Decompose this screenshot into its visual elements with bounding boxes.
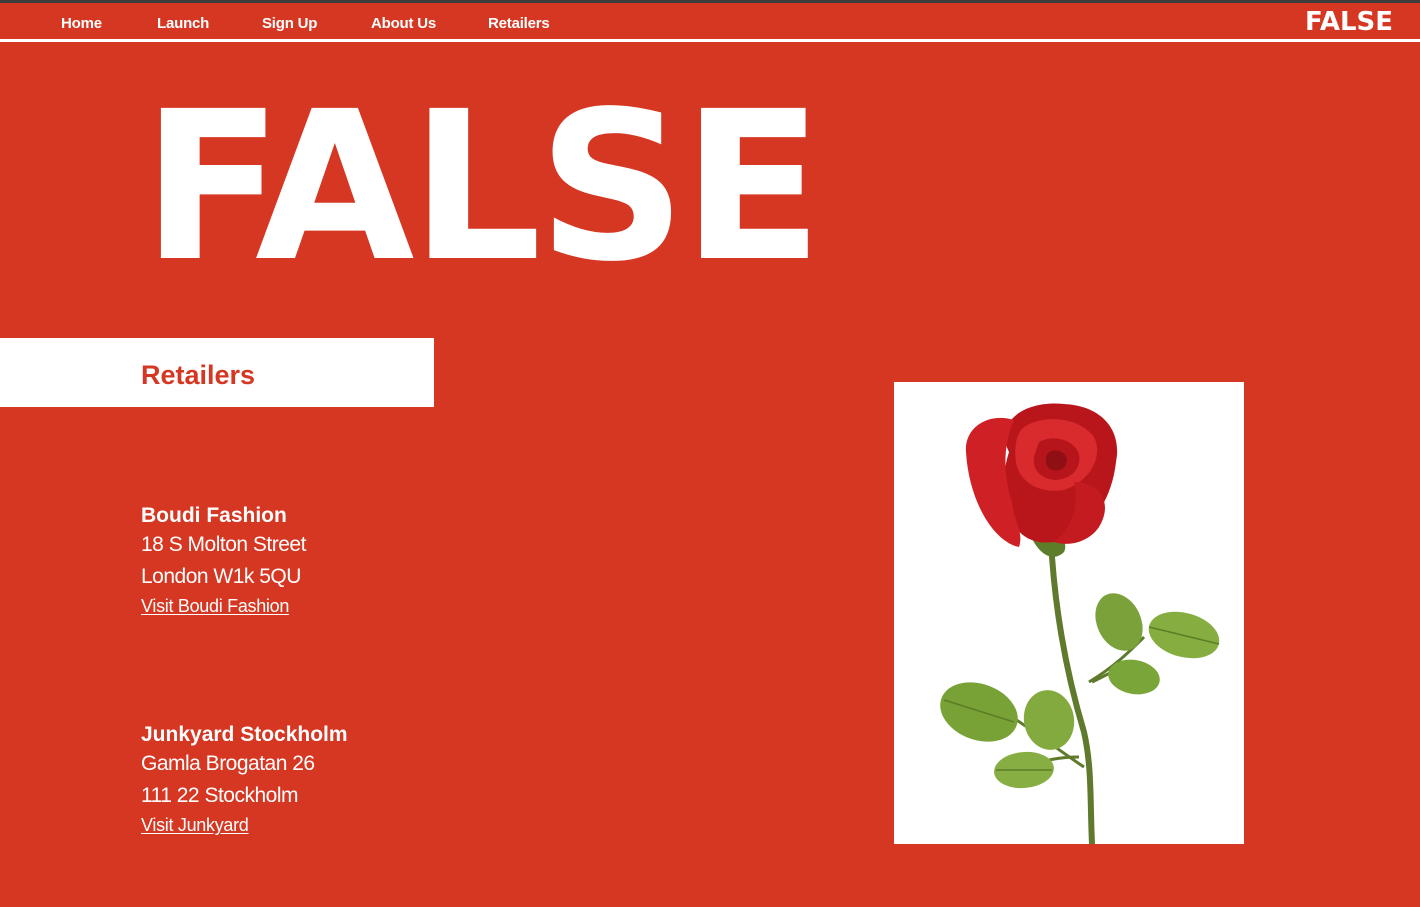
retailer-address-line: 18 S Molton Street — [141, 533, 306, 556]
retailer-address-line: Gamla Brogatan 26 — [141, 752, 315, 775]
rose-image — [894, 382, 1244, 844]
hero-title: FALSE — [142, 67, 823, 307]
retailer-name: Boudi Fashion — [141, 504, 287, 527]
nav-divider — [0, 39, 1420, 42]
nav-link-home[interactable]: Home — [61, 15, 102, 32]
nav-link-about-us[interactable]: About Us — [371, 15, 436, 32]
rose-illustration — [940, 403, 1220, 844]
nav-link-sign-up[interactable]: Sign Up — [262, 15, 317, 32]
retailer-visit-link[interactable]: Visit Junkyard — [141, 815, 249, 836]
top-navigation: Home Launch Sign Up About Us Retailers F… — [0, 3, 1420, 39]
retailer-name: Junkyard Stockholm — [141, 723, 348, 746]
nav-link-launch[interactable]: Launch — [157, 15, 209, 32]
retailer-address-line: 111 22 Stockholm — [141, 784, 299, 807]
retailer-address-line: London W1k 5QU — [141, 565, 301, 588]
retailer-visit-link[interactable]: Visit Boudi Fashion — [141, 596, 289, 617]
retailer-entry: Boudi Fashion 18 S Molton Street London … — [141, 503, 661, 617]
section-heading: Retailers — [141, 360, 256, 390]
retailer-entry: Junkyard Stockholm Gamla Brogatan 26 111… — [141, 722, 661, 836]
nav-logo[interactable]: FALSE — [1305, 7, 1393, 37]
nav-link-retailers[interactable]: Retailers — [488, 15, 550, 32]
